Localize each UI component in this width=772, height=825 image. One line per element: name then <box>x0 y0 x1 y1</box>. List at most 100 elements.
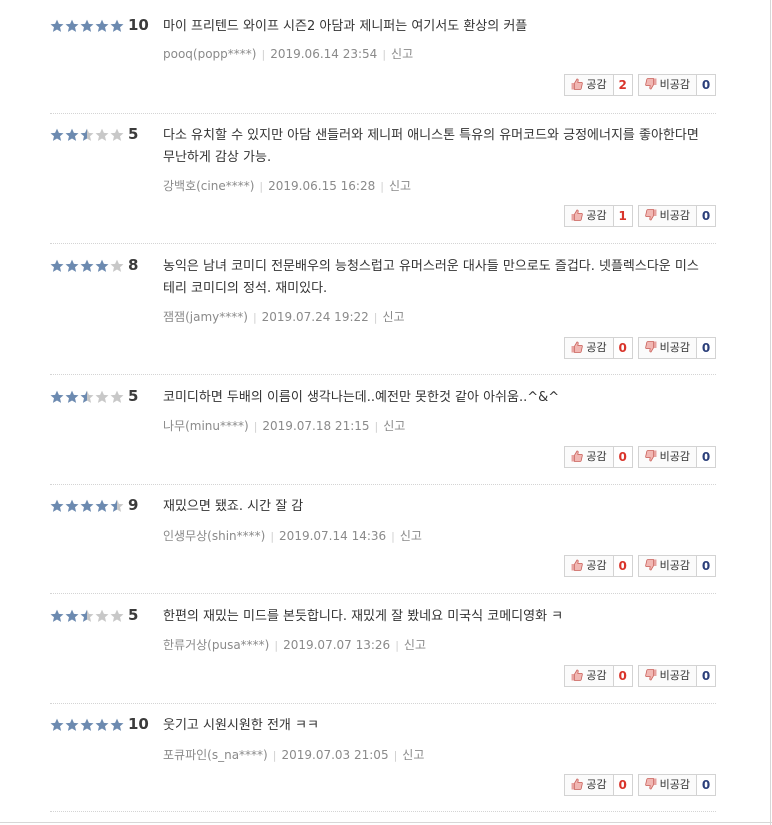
star-rating <box>50 19 124 33</box>
like-button[interactable]: 공감 <box>564 74 614 96</box>
review-date: 2019.07.18 21:15 <box>262 419 370 433</box>
star-icon <box>80 19 94 32</box>
review-date: 2019.06.15 16:28 <box>268 179 376 193</box>
star-icon <box>65 390 79 403</box>
thumbs-down-icon <box>644 340 657 353</box>
star-rating <box>50 499 124 513</box>
star-icon <box>50 499 64 512</box>
like-label: 공감 <box>586 450 607 463</box>
dislike-button[interactable]: 비공감 <box>637 74 697 96</box>
report-link[interactable]: 신고 <box>404 638 426 652</box>
like-count: 0 <box>613 446 633 468</box>
star-icon <box>95 259 109 272</box>
dislike-count: 0 <box>697 665 716 687</box>
star-icon <box>95 19 109 32</box>
like-button[interactable]: 공감 <box>564 665 614 687</box>
report-link[interactable]: 신고 <box>402 748 424 762</box>
separator: | <box>259 180 264 193</box>
review-date: 2019.07.24 19:22 <box>261 310 369 324</box>
dislike-button[interactable]: 비공감 <box>637 337 697 359</box>
separator: | <box>274 639 279 652</box>
review-date: 2019.07.14 14:36 <box>279 529 387 543</box>
review-author: 잼잼(jamy****) <box>163 310 248 324</box>
separator: | <box>270 530 275 543</box>
star-icon <box>95 390 109 403</box>
star-icon <box>80 609 94 622</box>
report-link[interactable]: 신고 <box>383 419 405 433</box>
dislike-button[interactable]: 비공감 <box>637 665 697 687</box>
review-meta: 나무(minu****) | 2019.07.18 21:15 | 신고 <box>163 417 405 434</box>
report-link[interactable]: 신고 <box>400 529 422 543</box>
star-icon <box>110 390 124 403</box>
thumbs-down-icon <box>644 558 657 571</box>
review-author: 한류거상(pusa****) <box>163 638 270 652</box>
star-icon <box>110 128 124 141</box>
star-icon <box>65 259 79 272</box>
thumbs-down-icon <box>644 668 657 681</box>
star-rating <box>50 390 124 404</box>
star-rating <box>50 259 124 273</box>
dislike-label: 비공감 <box>659 209 690 222</box>
dislike-button[interactable]: 비공감 <box>637 205 697 227</box>
dislike-count: 0 <box>697 774 716 796</box>
star-icon <box>80 390 94 403</box>
review-item: 5 한편의 재밌는 미드를 본듯합니다. 재밌게 잘 봤네요 미국식 코메디영화… <box>50 600 716 704</box>
rating-score: 5 <box>128 387 139 405</box>
review-author: 나무(minu****) <box>163 419 249 433</box>
star-icon <box>50 128 64 141</box>
star-icon <box>110 609 124 622</box>
like-count: 2 <box>613 74 633 96</box>
review-meta: pooq(popp****) | 2019.06.14 23:54 | 신고 <box>163 45 413 62</box>
star-icon <box>80 128 94 141</box>
like-button[interactable]: 공감 <box>564 446 614 468</box>
separator: | <box>272 749 277 762</box>
star-icon <box>110 499 124 512</box>
rating-score: 10 <box>128 715 149 733</box>
thumbs-up-icon <box>571 558 584 571</box>
like-button[interactable]: 공감 <box>564 205 614 227</box>
thumbs-up-icon <box>571 208 584 221</box>
review-date: 2019.06.14 23:54 <box>270 47 378 61</box>
star-rating <box>50 718 124 732</box>
vote-buttons: 공감 1 비공감 0 <box>564 205 716 227</box>
dislike-count: 0 <box>697 205 716 227</box>
thumbs-up-icon <box>571 340 584 353</box>
review-date: 2019.07.03 21:05 <box>281 748 389 762</box>
separator: | <box>261 48 266 61</box>
thumbs-down-icon <box>644 77 657 90</box>
report-link[interactable]: 신고 <box>382 310 404 324</box>
report-link[interactable]: 신고 <box>389 179 411 193</box>
dislike-label: 비공감 <box>659 778 690 791</box>
star-icon <box>80 259 94 272</box>
dislike-button[interactable]: 비공감 <box>637 555 697 577</box>
star-icon <box>50 390 64 403</box>
thumbs-up-icon <box>571 77 584 90</box>
review-text: 한편의 재밌는 미드를 본듯합니다. 재밌게 잘 봤네요 미국식 코메디영화 ㅋ <box>163 609 564 624</box>
rating-score: 5 <box>128 125 139 143</box>
separator: | <box>391 530 395 543</box>
dislike-count: 0 <box>697 555 716 577</box>
review-text: 웃기고 시원시원한 전개 ㅋㅋ <box>163 718 319 733</box>
report-link[interactable]: 신고 <box>391 47 413 61</box>
thumbs-down-icon <box>644 208 657 221</box>
like-button[interactable]: 공감 <box>564 555 614 577</box>
review-author: 포큐파인(s_na****) <box>163 748 268 762</box>
review-text: 재밌으면 됐죠. 시간 잘 감 <box>163 499 304 514</box>
star-icon <box>95 128 109 141</box>
dislike-label: 비공감 <box>659 78 690 91</box>
like-button[interactable]: 공감 <box>564 774 614 796</box>
rating-score: 9 <box>128 496 139 514</box>
dislike-button[interactable]: 비공감 <box>637 774 697 796</box>
vote-buttons: 공감 0 비공감 0 <box>564 555 716 577</box>
review-item: 9 재밌으면 됐죠. 시간 잘 감 인생무상(shin****) | 2019.07… <box>50 490 716 594</box>
dislike-button[interactable]: 비공감 <box>637 446 697 468</box>
star-icon <box>65 609 79 622</box>
dislike-count: 0 <box>697 337 716 359</box>
like-button[interactable]: 공감 <box>564 337 614 359</box>
star-icon <box>50 609 64 622</box>
star-icon <box>110 19 124 32</box>
review-text: 마이 프리텐드 와이프 시즌2 아담과 제니퍼는 여기서도 환상의 커플 <box>163 19 528 34</box>
dislike-label: 비공감 <box>659 450 690 463</box>
vote-buttons: 공감 0 비공감 0 <box>564 665 716 687</box>
like-label: 공감 <box>586 669 607 682</box>
